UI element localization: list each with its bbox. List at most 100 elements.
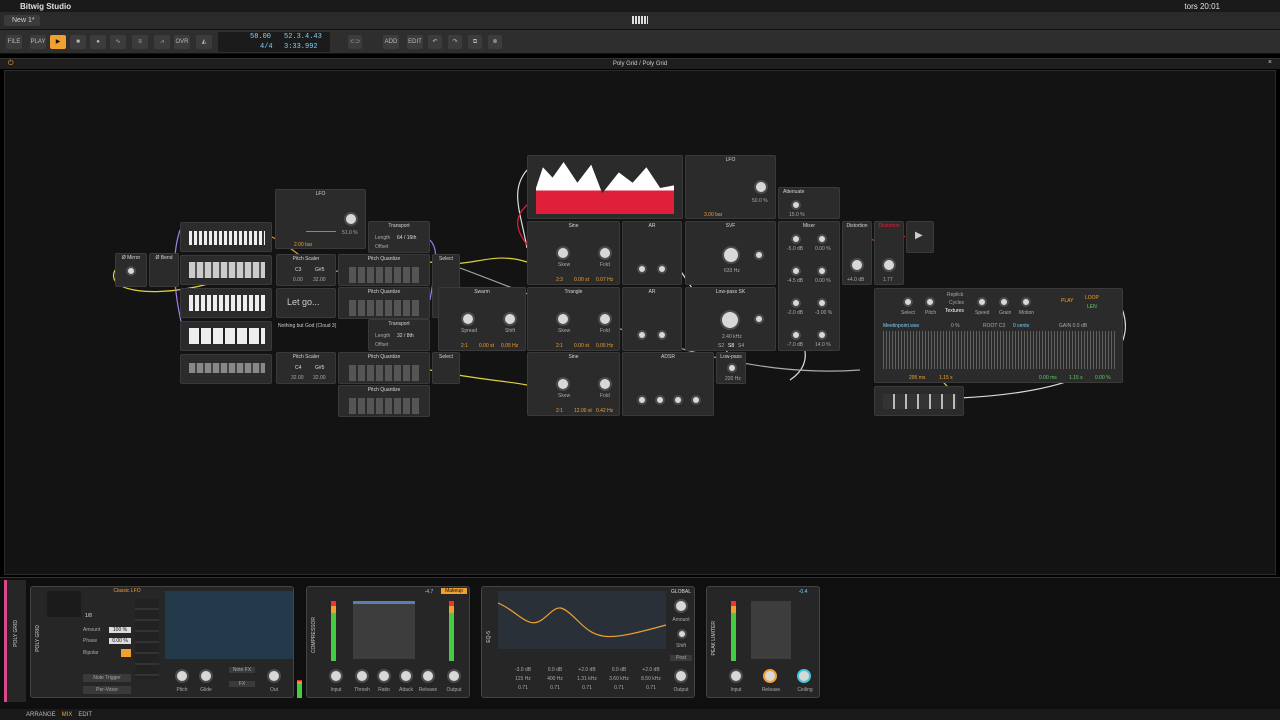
grid-overview[interactable] xyxy=(165,591,293,659)
lfo-preset[interactable]: Classic LFO xyxy=(87,588,167,594)
select-knob[interactable] xyxy=(903,297,913,307)
pitch-quantize-4[interactable]: Pitch Quantize xyxy=(338,385,430,417)
step-sequencer-3[interactable] xyxy=(180,288,272,318)
resonance-knob[interactable] xyxy=(754,250,764,260)
cutoff-knob[interactable] xyxy=(722,246,740,264)
triangle-osc[interactable]: Triangle Skew Fold 2:1 0.00 st 0.05 Hz xyxy=(527,287,620,351)
pitch-quantize-3[interactable]: Pitch Quantize xyxy=(338,352,430,384)
pan-knob[interactable] xyxy=(817,298,827,308)
textures-label[interactable]: Textures xyxy=(945,308,964,314)
sampler-play[interactable]: PLAY xyxy=(1061,298,1073,304)
shift-knob[interactable] xyxy=(677,629,687,639)
compressor-device[interactable]: COMPRESSOR -4.7 Makeup Input Thresh Rati… xyxy=(306,586,470,698)
transport-module-1[interactable]: Transport Length 64 / 16th Offset xyxy=(368,221,430,253)
lowpass-sk-filter[interactable]: Low-pass SK 2.40 kHz S2 S8 S4 xyxy=(685,287,776,351)
root-note[interactable]: ROOT C3 xyxy=(983,323,1005,329)
attack-knob[interactable] xyxy=(637,264,647,274)
loop-speed[interactable]: 1.15 x xyxy=(1069,375,1083,381)
ratio-value[interactable]: 2:3 xyxy=(556,277,563,283)
length-value[interactable]: 64 / 16th xyxy=(397,235,416,241)
play-speed[interactable]: 1.15 x xyxy=(939,375,953,381)
grain-knob[interactable] xyxy=(999,297,1009,307)
fold-knob[interactable] xyxy=(598,377,612,391)
edit-tab[interactable]: EDIT xyxy=(78,712,92,718)
band2-q[interactable]: 0.71 xyxy=(542,685,568,691)
rate-select[interactable]: 1/8 xyxy=(85,613,115,619)
cutoff-knob[interactable] xyxy=(720,310,740,330)
release-knob[interactable] xyxy=(763,669,777,683)
step-row[interactable] xyxy=(883,394,957,409)
pitch-value[interactable]: 0.00 st xyxy=(479,343,494,349)
pitch-value[interactable]: 0.00 st xyxy=(574,277,589,283)
slope-s2[interactable]: S2 xyxy=(718,343,724,349)
eq-graph[interactable] xyxy=(497,591,667,649)
rate-value[interactable]: 0.05 Hz xyxy=(596,343,613,349)
sustain-knob[interactable] xyxy=(673,395,683,405)
arrange-tab[interactable]: ARRANGE xyxy=(26,712,56,718)
ratio-knob[interactable] xyxy=(377,669,391,683)
band5-freq[interactable]: 8.50 kHz xyxy=(638,676,664,682)
step-sequencer-6[interactable] xyxy=(874,386,964,416)
length-value[interactable]: 32 / 8th xyxy=(397,333,414,339)
adsr-envelope[interactable]: ADSR xyxy=(622,352,714,416)
high-note[interactable]: G#5 xyxy=(315,365,324,371)
attack-knob[interactable] xyxy=(399,669,413,683)
makeup-button[interactable]: Makeup xyxy=(441,588,467,594)
step-row[interactable] xyxy=(189,328,265,344)
note-fx-button[interactable]: Note FX xyxy=(229,667,255,673)
fold-knob[interactable] xyxy=(598,246,612,260)
lfo-rate[interactable]: 3.00 bar xyxy=(704,212,722,218)
drive-knob[interactable] xyxy=(850,258,864,272)
mirror-knob[interactable] xyxy=(126,266,136,276)
scope-module[interactable] xyxy=(527,155,683,219)
ar-envelope-2[interactable]: AR xyxy=(622,287,682,351)
swarm-module[interactable]: Swarm Spread Shift 2:1 0.00 st 0.05 Hz xyxy=(438,287,526,351)
key-row[interactable] xyxy=(349,300,419,316)
release-knob[interactable] xyxy=(691,395,701,405)
fold-knob[interactable] xyxy=(598,312,612,326)
rate-value[interactable]: 0.05 Hz xyxy=(501,343,518,349)
attenuate-knob[interactable] xyxy=(791,200,801,210)
step-sequencer-4[interactable] xyxy=(180,321,272,351)
per-voice-button[interactable]: Per-Voice xyxy=(83,686,131,694)
lfo-module-2[interactable]: LFO 50.0 % 3.00 bar xyxy=(685,155,776,219)
pitch-value[interactable]: 12.00 st xyxy=(574,408,592,414)
low-value[interactable]: 32.00 xyxy=(291,375,304,381)
loop-start[interactable]: 0.00 ms xyxy=(1039,375,1057,381)
glide-knob[interactable] xyxy=(199,669,213,683)
band5-gain[interactable]: +2.0 dB xyxy=(638,667,664,673)
phase-value[interactable]: 0.00 % xyxy=(109,638,131,644)
step-row[interactable] xyxy=(189,295,265,311)
gain-knob[interactable] xyxy=(791,298,801,308)
step-sequencer-2[interactable] xyxy=(180,255,272,285)
ar-envelope-1[interactable]: AR xyxy=(622,221,682,285)
step-row[interactable] xyxy=(189,231,265,245)
pan-knob[interactable] xyxy=(817,330,827,340)
select-module-2[interactable]: Select xyxy=(432,352,460,384)
pitch-quantize-1[interactable]: Pitch Quantize xyxy=(338,254,430,286)
sine-osc-1[interactable]: Sine Skew Fold 2:3 0.00 st 0.07 Hz xyxy=(527,221,620,285)
ratio-value[interactable]: 2:1 xyxy=(461,343,468,349)
rate-value[interactable]: 0.42 Hz xyxy=(596,408,613,414)
output-knob[interactable] xyxy=(447,669,461,683)
mixer-module[interactable]: Mixer -5.0 dB 0.00 % -4.5 dB 0.00 % -2.0… xyxy=(778,221,840,351)
key-row[interactable] xyxy=(349,267,419,283)
skew-knob[interactable] xyxy=(556,377,570,391)
high-note[interactable]: G#5 xyxy=(315,267,324,273)
band4-q[interactable]: 0.71 xyxy=(606,685,632,691)
lfo-rate[interactable]: 2.00 bar xyxy=(294,242,312,248)
low-value[interactable]: 0.00 xyxy=(293,277,303,283)
resonance-knob[interactable] xyxy=(754,314,764,324)
release-knob[interactable] xyxy=(657,264,667,274)
waveform-list[interactable] xyxy=(135,599,159,679)
high-value[interactable]: 32.00 xyxy=(313,375,326,381)
letgo-comment[interactable]: Let go... xyxy=(276,288,336,318)
output-knob[interactable] xyxy=(674,669,688,683)
lfo-module[interactable]: LFO 51.0 % 2.00 bar xyxy=(275,189,366,249)
decay-knob[interactable] xyxy=(655,395,665,405)
step-row[interactable] xyxy=(189,262,265,278)
low-note[interactable]: C3 xyxy=(295,267,301,273)
band5-q[interactable]: 0.71 xyxy=(638,685,664,691)
slope-s8[interactable]: S8 xyxy=(728,343,734,349)
sampler-len[interactable]: LEN xyxy=(1087,304,1097,310)
